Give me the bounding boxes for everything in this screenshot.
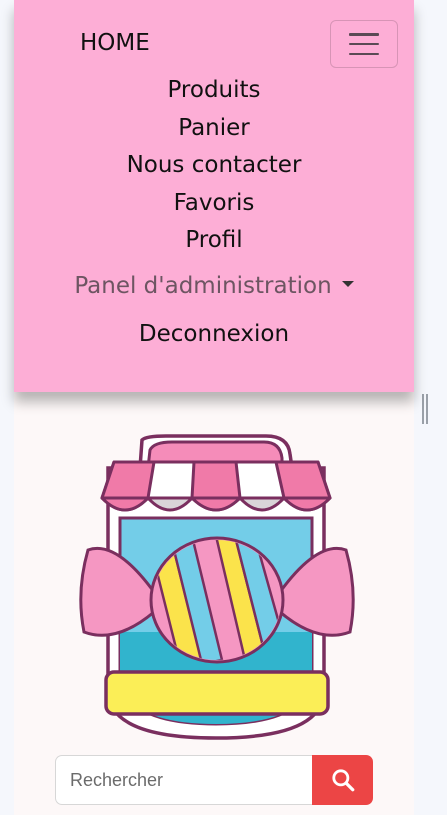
nav-item-nous-contacter[interactable]: Nous contacter <box>14 147 414 185</box>
nav-dropdown-admin[interactable]: Panel d'administration <box>14 263 414 310</box>
nav-item-profil[interactable]: Profil <box>14 222 414 260</box>
brand-home-link[interactable]: HOME <box>80 30 150 56</box>
left-margin <box>0 0 14 815</box>
scrollbar-grip[interactable] <box>422 394 428 424</box>
navbar: HOME Produits Panier Nous contacter Favo… <box>14 0 414 392</box>
caret-down-icon <box>341 281 354 287</box>
nav-item-deconnexion[interactable]: Deconnexion <box>14 310 414 358</box>
search-button[interactable] <box>312 755 373 805</box>
right-gutter <box>414 0 447 815</box>
candy-shop-logo <box>79 434 355 740</box>
nav-item-produits[interactable]: Produits <box>14 72 414 110</box>
page: HOME Produits Panier Nous contacter Favo… <box>0 0 447 815</box>
search-icon <box>331 769 354 792</box>
search-bar <box>55 755 373 805</box>
hamburger-icon <box>349 33 379 55</box>
nav-menu: Produits Panier Nous contacter Favoris P… <box>14 72 414 358</box>
nav-item-favoris[interactable]: Favoris <box>14 185 414 223</box>
nav-item-panier[interactable]: Panier <box>14 110 414 148</box>
nav-dropdown-admin-label: Panel d'administration <box>74 272 332 299</box>
search-input[interactable] <box>55 755 313 805</box>
navbar-toggler-button[interactable] <box>330 20 398 68</box>
